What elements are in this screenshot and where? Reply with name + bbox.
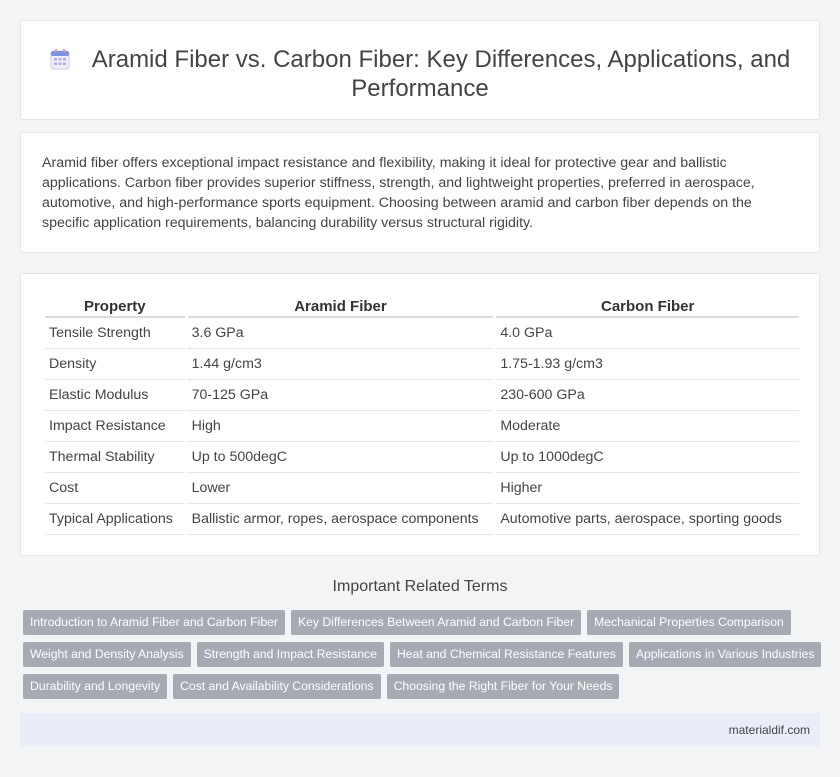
table-row: Tensile Strength 3.6 GPa 4.0 GPa (45, 318, 799, 349)
related-term-tag[interactable]: Introduction to Aramid Fiber and Carbon … (23, 610, 285, 635)
aramid-cell: 1.44 g/cm3 (187, 349, 494, 380)
aramid-cell: Lower (187, 473, 494, 504)
table-row: Typical Applications Ballistic armor, ro… (45, 504, 799, 535)
table-row: Impact Resistance High Moderate (45, 411, 799, 442)
related-terms: Introduction to Aramid Fiber and Carbon … (23, 610, 823, 706)
related-term-tag[interactable]: Cost and Availability Considerations (173, 674, 381, 699)
related-term-tag[interactable]: Mechanical Properties Comparison (587, 610, 791, 635)
carbon-cell: 230-600 GPa (496, 380, 799, 411)
related-term-tag[interactable]: Applications in Various Industries (628, 642, 822, 667)
table-row: Density 1.44 g/cm3 1.75-1.93 g/cm3 (45, 349, 799, 380)
header-card: Aramid Fiber vs. Carbon Fiber: Key Diffe… (20, 20, 820, 120)
aramid-cell: 70-125 GPa (187, 380, 494, 411)
aramid-cell: High (187, 411, 494, 442)
aramid-cell: Up to 500degC (187, 442, 494, 473)
table-row: Thermal Stability Up to 500degC Up to 10… (45, 442, 799, 473)
related-term-tag[interactable]: Strength and Impact Resistance (196, 642, 384, 667)
site-name[interactable]: materialdif.com (729, 723, 810, 737)
footer-bar: materialdif.com (20, 713, 820, 746)
intro-card: Aramid fiber offers exceptional impact r… (20, 132, 820, 253)
column-header-carbon: Carbon Fiber (496, 295, 799, 318)
table-row: Cost Lower Higher (45, 473, 799, 504)
carbon-cell: 1.75-1.93 g/cm3 (496, 349, 799, 380)
property-cell: Elastic Modulus (45, 380, 185, 411)
related-term-tag[interactable]: Heat and Chemical Resistance Features (390, 642, 623, 667)
tag-row: Weight and Density Analysis Strength and … (23, 642, 823, 674)
page-header: Aramid Fiber vs. Carbon Fiber: Key Diffe… (21, 45, 819, 103)
intro-paragraph: Aramid fiber offers exceptional impact r… (42, 155, 755, 231)
aramid-cell: 3.6 GPa (187, 318, 494, 349)
carbon-cell: Up to 1000degC (496, 442, 799, 473)
related-term-tag[interactable]: Key Differences Between Aramid and Carbo… (290, 610, 582, 635)
comparison-table: Property Aramid Fiber Carbon Fiber Tensi… (42, 295, 802, 535)
column-header-aramid: Aramid Fiber (187, 295, 494, 318)
property-cell: Thermal Stability (45, 442, 185, 473)
carbon-cell: Moderate (496, 411, 799, 442)
property-cell: Density (45, 349, 185, 380)
carbon-cell: 4.0 GPa (496, 318, 799, 349)
property-cell: Cost (45, 473, 185, 504)
table-row: Elastic Modulus 70-125 GPa 230-600 GPa (45, 380, 799, 411)
page-title: Aramid Fiber vs. Carbon Fiber: Key Diffe… (91, 46, 791, 102)
related-terms-title: Important Related Terms (332, 578, 508, 595)
calendar-icon (50, 48, 70, 70)
property-cell: Tensile Strength (45, 318, 185, 349)
related-term-tag[interactable]: Weight and Density Analysis (23, 642, 191, 667)
table-header-row: Property Aramid Fiber Carbon Fiber (45, 295, 799, 318)
aramid-cell: Ballistic armor, ropes, aerospace compon… (187, 504, 494, 535)
related-term-tag[interactable]: Durability and Longevity (23, 674, 168, 699)
tag-row: Durability and Longevity Cost and Availab… (23, 674, 823, 706)
carbon-cell: Automotive parts, aerospace, sporting go… (496, 504, 799, 535)
property-cell: Impact Resistance (45, 411, 185, 442)
property-cell: Typical Applications (45, 504, 185, 535)
carbon-cell: Higher (496, 473, 799, 504)
tag-row: Introduction to Aramid Fiber and Carbon … (23, 610, 823, 642)
column-header-property: Property (45, 295, 185, 318)
comparison-card: Property Aramid Fiber Carbon Fiber Tensi… (20, 273, 820, 556)
related-term-tag[interactable]: Choosing the Right Fiber for Your Needs (386, 674, 620, 699)
